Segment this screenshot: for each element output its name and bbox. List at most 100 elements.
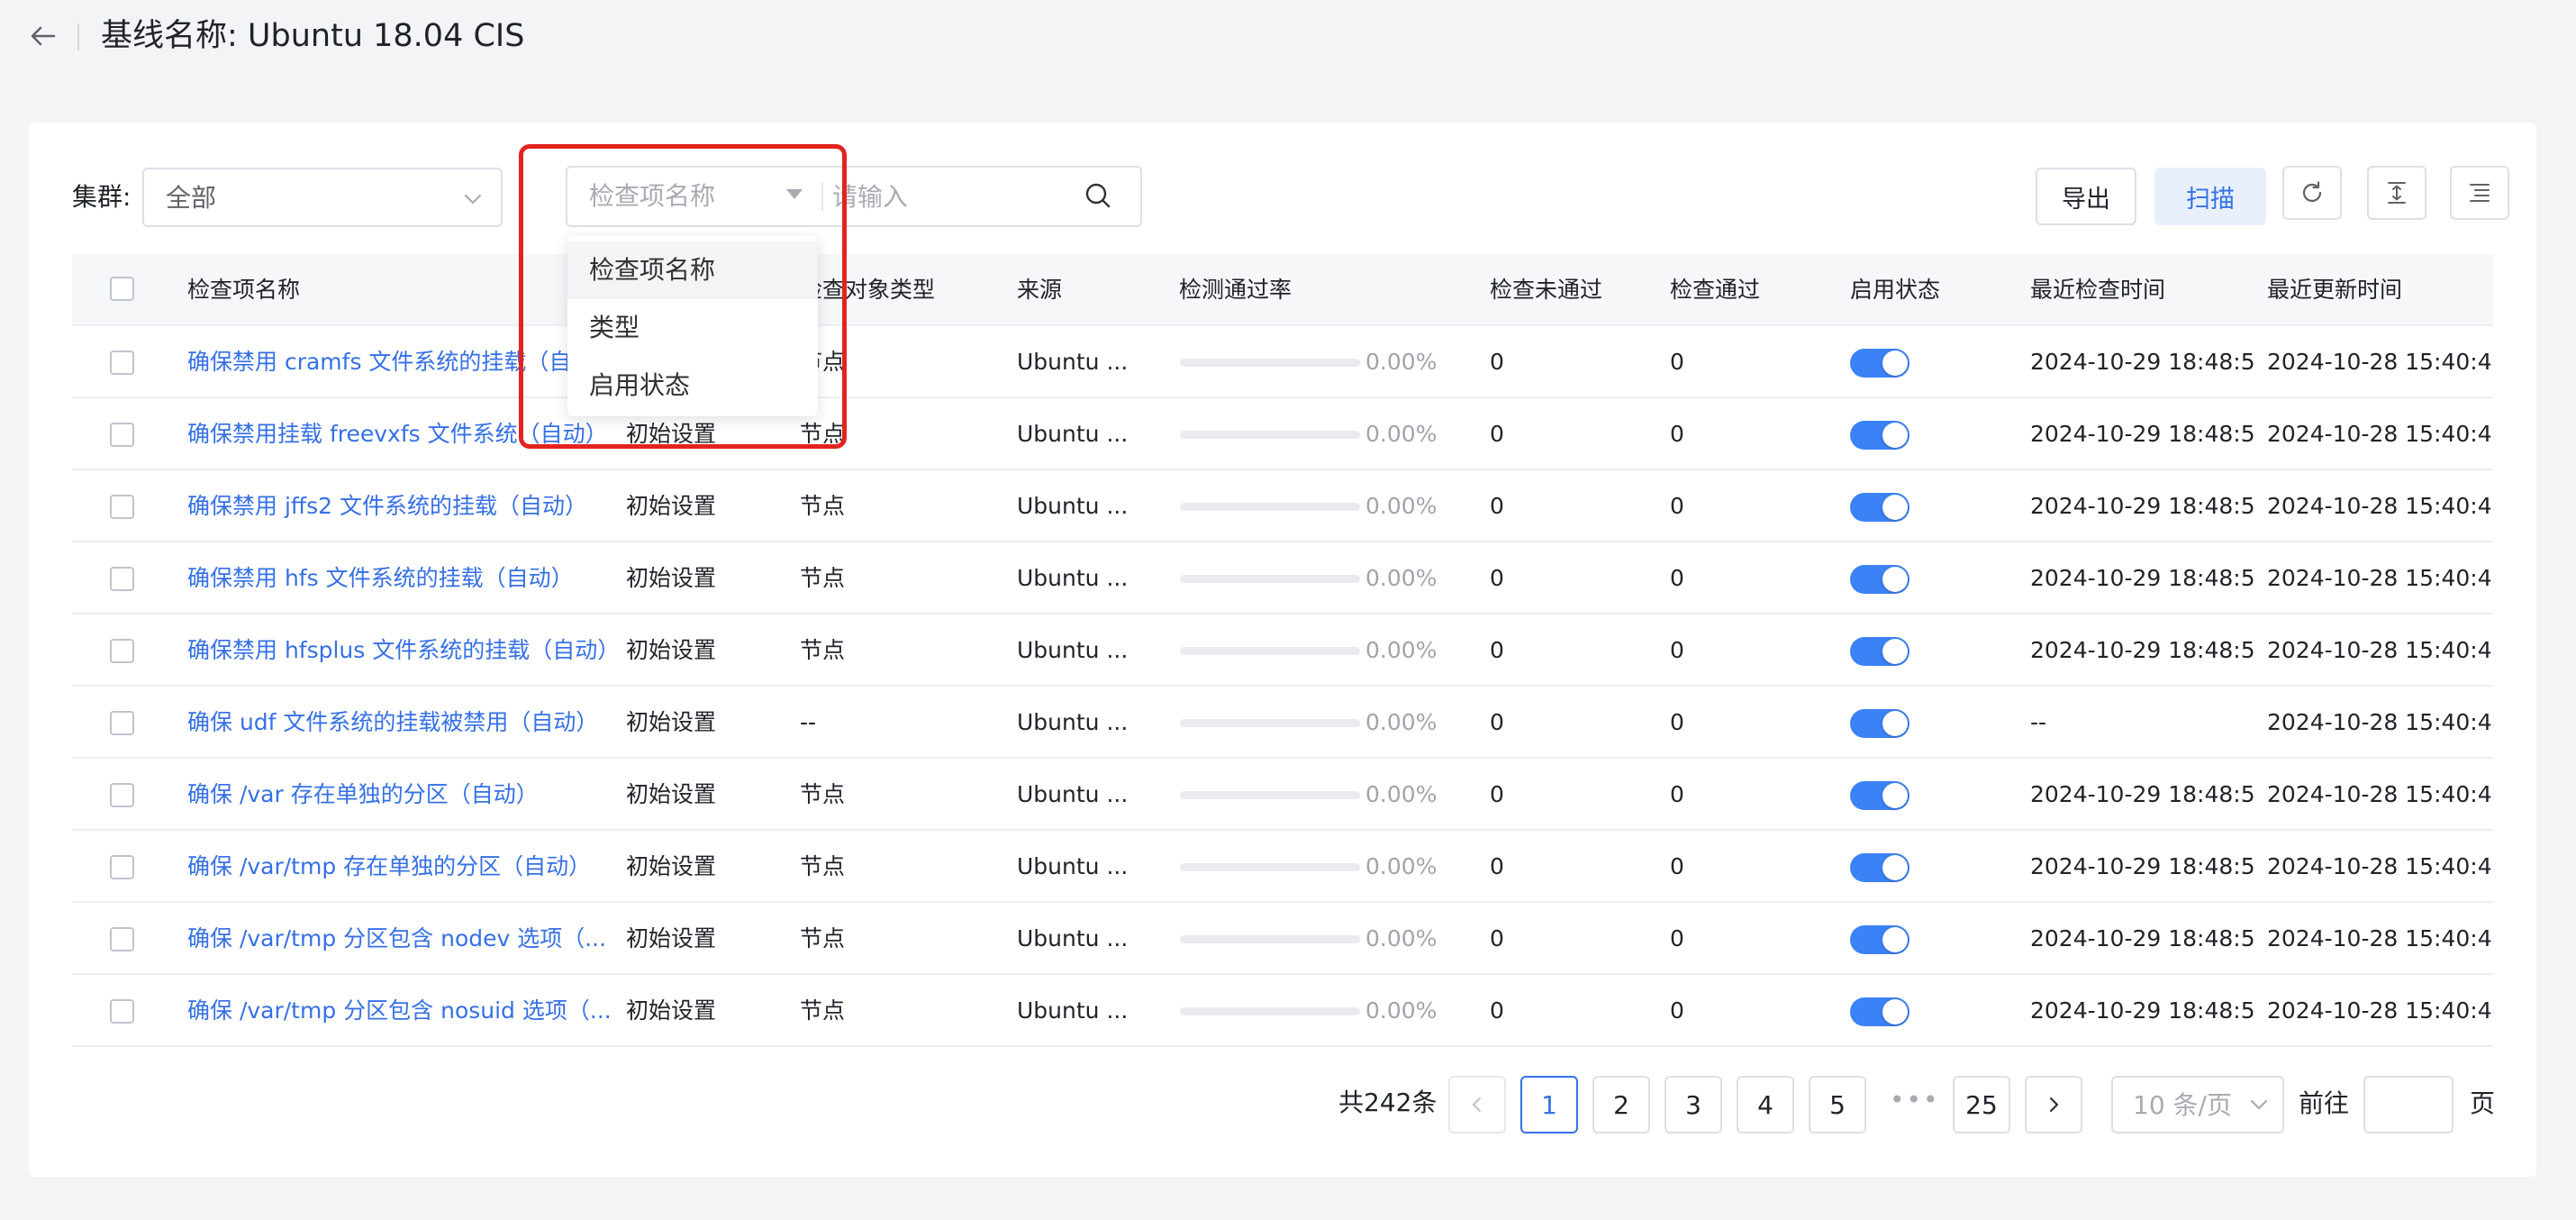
- header-name: 检查项名称: [187, 277, 301, 303]
- pass-rate-bar: [1180, 791, 1360, 799]
- page-4-button[interactable]: 4: [1737, 1076, 1794, 1134]
- cell-name[interactable]: 确保禁用 hfsplus 文件系统的挂载（自动）: [187, 635, 611, 666]
- column-settings-button[interactable]: [2450, 166, 2509, 220]
- cluster-select[interactable]: 全部: [142, 168, 503, 227]
- cell-passed: 0: [1670, 421, 1684, 447]
- header-divider: [77, 23, 79, 50]
- cell-last-check: 2024-10-29 18:48:54: [2030, 493, 2255, 519]
- enabled-switch[interactable]: [1850, 493, 1909, 522]
- cell-type: 初始设置: [626, 637, 717, 663]
- dropdown-item-type[interactable]: 类型: [567, 299, 818, 357]
- chevron-right-icon: [2049, 1097, 2059, 1113]
- enabled-switch[interactable]: [1850, 565, 1909, 594]
- row-checkbox[interactable]: [110, 423, 134, 447]
- row-checkbox[interactable]: [110, 855, 134, 879]
- row-checkbox[interactable]: [110, 639, 134, 663]
- page-3-button[interactable]: 3: [1664, 1076, 1722, 1134]
- select-all-checkbox[interactable]: [110, 277, 134, 301]
- enabled-switch[interactable]: [1850, 349, 1909, 378]
- enabled-switch[interactable]: [1850, 421, 1909, 450]
- cell-last-update: 2024-10-28 15:40:42: [2267, 565, 2492, 591]
- cell-last-update: 2024-10-28 15:40:42: [2267, 637, 2492, 663]
- header-last-check: 最近检查时间: [2030, 277, 2166, 303]
- pass-rate-bar: [1180, 431, 1360, 439]
- caret-down-icon: [786, 189, 803, 199]
- cell-name[interactable]: 确保禁用 cramfs 文件系统的挂载（自动）: [187, 347, 611, 378]
- row-checkbox[interactable]: [110, 567, 134, 591]
- enabled-switch[interactable]: [1850, 637, 1909, 666]
- cell-source: Ubuntu ...: [1017, 853, 1129, 879]
- row-checkbox[interactable]: [110, 783, 134, 807]
- dropdown-item-name[interactable]: 检查项名称: [567, 241, 818, 299]
- cell-last-check: 2024-10-29 18:48:54: [2030, 565, 2255, 591]
- row-checkbox[interactable]: [110, 927, 134, 951]
- cell-name[interactable]: 确保 udf 文件系统的挂载被禁用（自动）: [187, 707, 598, 738]
- page-size-select[interactable]: 10 条/页: [2111, 1076, 2284, 1134]
- cell-last-update: 2024-10-28 15:40:42: [2267, 925, 2492, 951]
- cluster-select-value: 全部: [166, 183, 217, 213]
- page-last-button[interactable]: 25: [1953, 1076, 2010, 1134]
- cell-name[interactable]: 确保 /var/tmp 分区包含 nodev 选项（...: [187, 924, 606, 954]
- enabled-switch[interactable]: [1850, 997, 1909, 1026]
- export-button[interactable]: 导出: [2036, 168, 2136, 225]
- cell-name[interactable]: 确保 /var/tmp 分区包含 nosuid 选项（...: [187, 996, 611, 1026]
- page-5-button[interactable]: 5: [1809, 1076, 1866, 1134]
- cell-last-update: 2024-10-28 15:40:42: [2267, 349, 2492, 375]
- pass-rate-bar: [1180, 935, 1360, 943]
- back-button[interactable]: [27, 20, 59, 52]
- cell-pass-rate: 0.00%: [1365, 997, 1438, 1024]
- cell-pass-rate: 0.00%: [1365, 565, 1438, 591]
- row-checkbox[interactable]: [110, 351, 134, 375]
- cell-target-type: 节点: [800, 997, 846, 1024]
- table-row: 确保禁用 cramfs 文件系统的挂载（自动）初始设置节点Ubuntu ...0…: [72, 326, 2493, 398]
- search-field-select[interactable]: 检查项名称: [567, 168, 821, 225]
- row-checkbox[interactable]: [110, 999, 134, 1024]
- cell-pass-rate: 0.00%: [1365, 421, 1438, 447]
- goto-page-input[interactable]: [2363, 1076, 2454, 1134]
- cell-name[interactable]: 确保禁用挂载 freevxfs 文件系统（自动）: [187, 419, 608, 450]
- cell-passed: 0: [1670, 565, 1684, 591]
- row-height-icon: [2388, 182, 2406, 204]
- search-input[interactable]: [832, 173, 1075, 220]
- switch-knob: [1882, 711, 1908, 736]
- row-checkbox[interactable]: [110, 495, 134, 519]
- enabled-switch[interactable]: [1850, 853, 1909, 882]
- page-2-button[interactable]: 2: [1592, 1076, 1650, 1134]
- pagination-ellipsis[interactable]: •••: [1890, 1085, 1940, 1115]
- cell-target-type: 节点: [800, 853, 846, 879]
- switch-knob: [1882, 351, 1908, 376]
- pass-rate-bar: [1180, 503, 1360, 511]
- cell-type: 初始设置: [626, 565, 717, 591]
- cell-pass-rate: 0.00%: [1365, 781, 1438, 807]
- pass-rate-bar: [1180, 647, 1360, 655]
- row-height-button[interactable]: [2367, 166, 2426, 220]
- cell-passed: 0: [1670, 853, 1684, 879]
- page-1-button[interactable]: 1: [1520, 1076, 1578, 1134]
- table-row: 确保 /var/tmp 存在单独的分区（自动） 初始设置 节点 Ubuntu ... 0…: [72, 831, 2493, 903]
- header-failed: 检查未通过: [1490, 277, 1603, 303]
- cell-failed: 0: [1490, 925, 1504, 951]
- cell-failed: 0: [1490, 493, 1504, 519]
- cell-name[interactable]: 确保 /var 存在单独的分区（自动）: [187, 779, 539, 810]
- refresh-button[interactable]: [2282, 166, 2342, 220]
- cell-failed: 0: [1490, 997, 1504, 1024]
- next-page-button[interactable]: [2025, 1076, 2082, 1134]
- cell-passed: 0: [1670, 997, 1684, 1024]
- dropdown-item-enabled[interactable]: 启用状态: [567, 357, 818, 414]
- cell-source: Ubuntu ...: [1017, 421, 1129, 447]
- enabled-switch[interactable]: [1850, 925, 1909, 954]
- scan-button[interactable]: 扫描: [2154, 168, 2266, 225]
- cell-name[interactable]: 确保禁用 hfs 文件系统的挂载（自动）: [187, 563, 574, 594]
- row-checkbox[interactable]: [110, 711, 134, 735]
- enabled-switch[interactable]: [1850, 781, 1909, 810]
- prev-page-button[interactable]: [1448, 1076, 1506, 1134]
- enabled-switch[interactable]: [1850, 709, 1909, 738]
- cell-source: Ubuntu ...: [1017, 493, 1129, 519]
- cell-name[interactable]: 确保 /var/tmp 存在单独的分区（自动）: [187, 851, 591, 882]
- cell-last-update: 2024-10-28 15:40:42: [2267, 853, 2492, 879]
- table-header: 检查项名称 类型 检查对象类型 来源 检测通过率 检查未通过 检查通过 启用状态…: [72, 254, 2493, 326]
- cell-target-type: --: [800, 709, 817, 735]
- cell-name[interactable]: 确保禁用 jffs2 文件系统的挂载（自动）: [187, 491, 587, 522]
- search-icon[interactable]: [1083, 180, 1115, 213]
- switch-knob: [1882, 423, 1908, 448]
